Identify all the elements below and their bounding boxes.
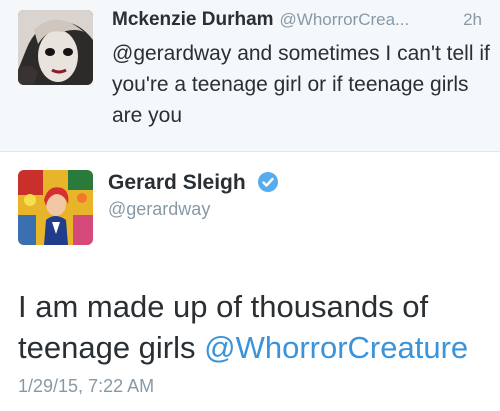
tweet-mention-link[interactable]: @WhorrorCreature [204,330,468,365]
reply-text: @gerardway and sometimes I can't tell if… [112,42,490,127]
reply-tweet[interactable]: Mckenzie Durham @WhorrorCrea... 2h @gerar… [0,0,500,152]
reply-author-name[interactable]: Mckenzie Durham [112,9,274,30]
verified-badge-icon [257,172,278,198]
reply-timestamp: 2h [463,10,482,29]
tweet-text: I am made up of thousands of teenage gir… [18,286,488,368]
tweet-author-avatar[interactable] [18,170,93,245]
reply-author-handle[interactable]: @WhorrorCrea... [280,10,410,29]
tweet-author-handle[interactable]: @gerardway [108,199,210,220]
tweet-timestamp[interactable]: 1/29/15, 7:22 AM [18,376,154,397]
tweet-author-name[interactable]: Gerard Sleigh [108,171,246,194]
reply-author-avatar[interactable] [18,10,93,85]
